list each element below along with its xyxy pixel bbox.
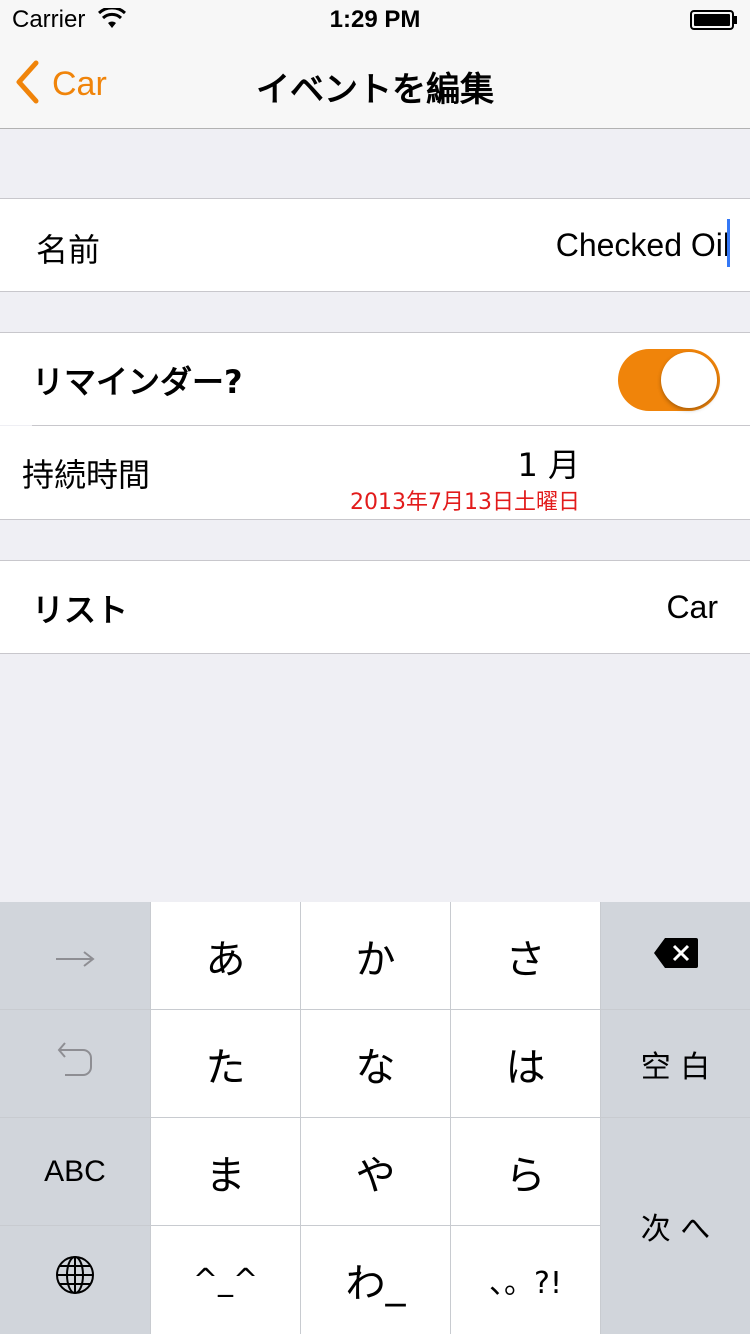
backspace-icon <box>653 933 699 979</box>
reminder-toggle[interactable] <box>618 349 720 411</box>
key-na[interactable]: な <box>301 1010 450 1117</box>
list-row[interactable]: リスト Car <box>0 561 750 653</box>
abc-key[interactable]: ABC <box>0 1118 150 1225</box>
next-candidate-key[interactable] <box>0 902 150 1009</box>
name-field[interactable] <box>330 221 730 269</box>
name-row[interactable]: 名前 <box>0 199 750 291</box>
next-key[interactable]: 次 へ <box>601 1118 750 1334</box>
key-sa[interactable]: さ <box>451 902 600 1009</box>
key-ma[interactable]: ま <box>151 1118 300 1225</box>
page-title: イベントを編集 <box>256 70 494 110</box>
reminder-row: リマインダー? <box>0 333 750 425</box>
divider <box>0 653 750 654</box>
key-ya[interactable]: や <box>301 1118 450 1225</box>
list-value: Car <box>666 589 718 625</box>
name-label: 名前 <box>36 231 101 269</box>
duration-label: 持続時間 <box>22 456 151 494</box>
duration-row[interactable]: 持続時間 1 月 2013年7月13日土曜日 <box>0 426 750 519</box>
key-wa[interactable]: わ_ <box>301 1226 450 1334</box>
key-ha[interactable]: は <box>451 1010 600 1117</box>
divider <box>0 291 750 292</box>
duration-date: 2013年7月13日土曜日 <box>350 490 580 515</box>
key-emoticon[interactable]: ^_^ <box>151 1226 300 1334</box>
battery-icon <box>690 10 738 30</box>
key-a[interactable]: あ <box>151 902 300 1009</box>
undo-key[interactable] <box>0 1010 150 1117</box>
arrow-right-icon <box>54 933 96 979</box>
duration-value: 1 月 <box>517 446 580 484</box>
toggle-knob <box>661 352 717 408</box>
key-ka[interactable]: か <box>301 902 450 1009</box>
globe-key[interactable] <box>0 1226 150 1334</box>
divider <box>0 519 750 520</box>
space-key[interactable]: 空 白 <box>601 1010 750 1117</box>
list-label: リスト <box>32 591 129 629</box>
navigation-bar: Car イベントを編集 <box>0 40 750 129</box>
globe-icon <box>55 1255 95 1305</box>
status-bar: Carrier 1:29 PM <box>0 0 750 40</box>
japanese-kana-keyboard: あ か さ た な は 空 白 ABC ま や ら 次 へ ^_^ わ_ 、。?… <box>0 902 750 1334</box>
undo-icon <box>55 1039 95 1089</box>
key-ra[interactable]: ら <box>451 1118 600 1225</box>
reminder-label: リマインダー? <box>32 363 243 401</box>
delete-key[interactable] <box>601 902 750 1009</box>
key-punctuation[interactable]: 、。?! <box>451 1226 600 1334</box>
key-ta[interactable]: た <box>151 1010 300 1117</box>
status-time: 1:29 PM <box>329 6 421 33</box>
text-caret <box>727 219 730 267</box>
